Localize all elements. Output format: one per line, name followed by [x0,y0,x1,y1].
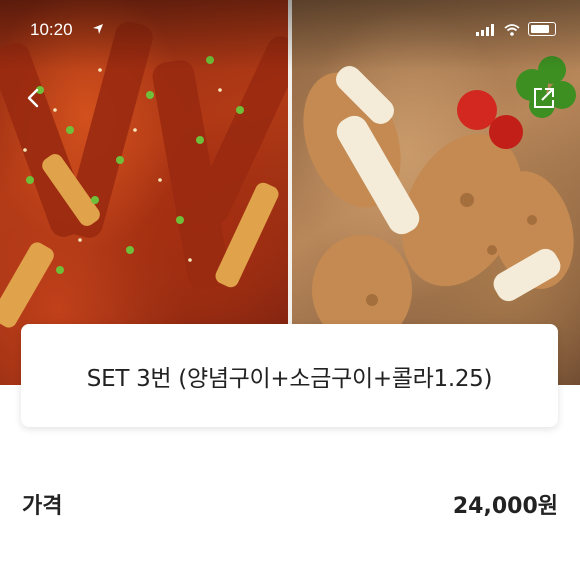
status-bar: 10:20 [0,0,580,70]
share-icon [531,85,557,111]
price-row: 가격 24,000원 [22,488,558,520]
menu-title: SET 3번 (양념구이+소금구이+콜라1.25) [86,365,493,392]
location-arrow-icon [92,23,104,35]
back-arrow-icon [23,87,45,109]
price-value: 24,000원 [452,494,558,519]
signal-icon [476,24,496,36]
back-button[interactable] [16,80,52,116]
share-button[interactable] [526,80,562,116]
price-label: 가격 [22,494,63,519]
status-time: 10:20 [30,20,73,39]
status-icons [476,22,556,36]
menu-title-card: SET 3번 (양념구이+소금구이+콜라1.25) [21,324,558,427]
battery-icon [528,22,556,36]
wifi-icon [504,24,520,36]
